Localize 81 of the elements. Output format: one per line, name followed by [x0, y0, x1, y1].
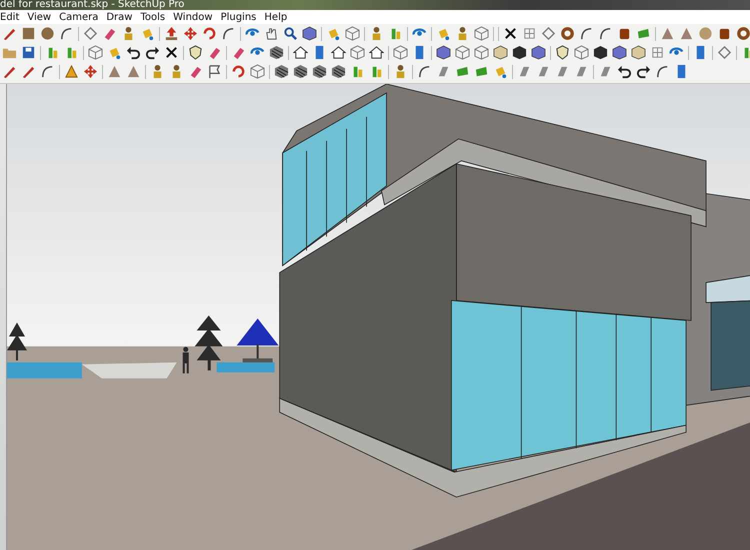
undo-icon[interactable]	[617, 64, 632, 79]
cube-icon[interactable]	[512, 45, 527, 60]
wire-cube-icon[interactable]	[345, 26, 360, 41]
pencil-icon[interactable]	[2, 64, 17, 79]
arc-icon[interactable]	[59, 26, 74, 41]
wire-cube-icon[interactable]	[88, 45, 103, 60]
pool	[216, 362, 275, 372]
wire-cube-icon[interactable]	[474, 26, 489, 41]
cube-icon[interactable]	[631, 45, 646, 60]
wire-cube-icon[interactable]	[574, 45, 589, 60]
square-icon[interactable]	[21, 26, 36, 41]
eraser-icon[interactable]	[188, 64, 203, 79]
menu-item[interactable]: Edit	[0, 10, 20, 24]
undo-icon[interactable]	[126, 45, 141, 60]
cube-icon[interactable]	[302, 26, 317, 41]
cube-icon[interactable]	[493, 45, 508, 60]
cube-icon[interactable]	[612, 45, 627, 60]
menu-item[interactable]: Help	[264, 10, 288, 24]
cube-icon[interactable]	[531, 45, 546, 60]
person-silhouette	[182, 346, 189, 374]
four-arrows-icon[interactable]	[83, 64, 98, 79]
save-icon[interactable]	[21, 45, 36, 60]
triangle-icon[interactable]	[64, 64, 79, 79]
shield-icon[interactable]	[188, 45, 203, 60]
eraser-icon[interactable]	[231, 45, 246, 60]
wire-cube-icon[interactable]	[474, 45, 489, 60]
redo-icon[interactable]	[636, 64, 651, 79]
wire-cube-icon[interactable]	[350, 45, 365, 60]
search-icon[interactable]	[283, 26, 298, 41]
circle-icon[interactable]	[40, 26, 55, 41]
hand-icon[interactable]	[264, 26, 279, 41]
arc-icon[interactable]	[655, 64, 670, 79]
pencil-icon[interactable]	[21, 64, 36, 79]
hatched-cube-icon[interactable]	[293, 64, 308, 79]
umbrella-drawing	[236, 318, 279, 362]
cube-icon[interactable]	[593, 45, 608, 60]
ring-icon[interactable]	[560, 26, 575, 41]
wire-cube-icon[interactable]	[455, 45, 470, 60]
rotate-icon[interactable]	[231, 64, 246, 79]
arc-icon[interactable]	[579, 26, 594, 41]
shield-icon[interactable]	[555, 45, 570, 60]
arc-icon[interactable]	[417, 64, 432, 79]
eraser-icon[interactable]	[102, 26, 117, 41]
pencil-icon[interactable]	[2, 26, 17, 41]
redo-icon[interactable]	[145, 45, 160, 60]
wire-cube-icon[interactable]	[250, 64, 265, 79]
cylinder-icon[interactable]	[717, 26, 732, 41]
diamond-icon[interactable]	[83, 26, 98, 41]
menu-item[interactable]: View	[27, 10, 52, 24]
diamond-icon[interactable]	[541, 26, 556, 41]
hatched-cube-icon[interactable]	[331, 64, 346, 79]
tree-drawing	[7, 322, 27, 360]
house-icon[interactable]	[369, 45, 384, 60]
cone-icon[interactable]	[660, 26, 675, 41]
arc-icon[interactable]	[40, 64, 55, 79]
hatched-cube-icon[interactable]	[274, 64, 289, 79]
menu-item[interactable]: Window	[173, 10, 213, 24]
diamond-icon[interactable]	[717, 45, 732, 60]
eraser-icon[interactable]	[207, 45, 222, 60]
cube-icon[interactable]	[436, 45, 451, 60]
hatched-cube-icon[interactable]	[269, 45, 284, 60]
menu-item[interactable]: Plugins	[220, 10, 256, 24]
cone-icon[interactable]	[679, 26, 694, 41]
tree-drawing	[194, 316, 223, 370]
house-icon[interactable]	[331, 45, 346, 60]
flag-icon[interactable]	[207, 64, 222, 79]
menu-item[interactable]: Tools	[140, 10, 166, 24]
four-arrows-icon[interactable]	[183, 26, 198, 41]
menu-item[interactable]: Draw	[106, 10, 132, 24]
cylinder-icon[interactable]	[617, 26, 632, 41]
cross-icon[interactable]	[164, 45, 179, 60]
ring-icon[interactable]	[736, 26, 750, 41]
cross-icon[interactable]	[503, 26, 518, 41]
arc-icon[interactable]	[598, 26, 613, 41]
arc-icon[interactable]	[221, 26, 236, 41]
hatched-cube-icon[interactable]	[312, 64, 327, 79]
rotate-icon[interactable]	[202, 26, 217, 41]
house-icon[interactable]	[293, 45, 308, 60]
menu-item[interactable]: Camera	[59, 10, 98, 24]
arrow-up-icon[interactable]	[164, 26, 179, 41]
wire-cube-icon[interactable]	[393, 45, 408, 60]
